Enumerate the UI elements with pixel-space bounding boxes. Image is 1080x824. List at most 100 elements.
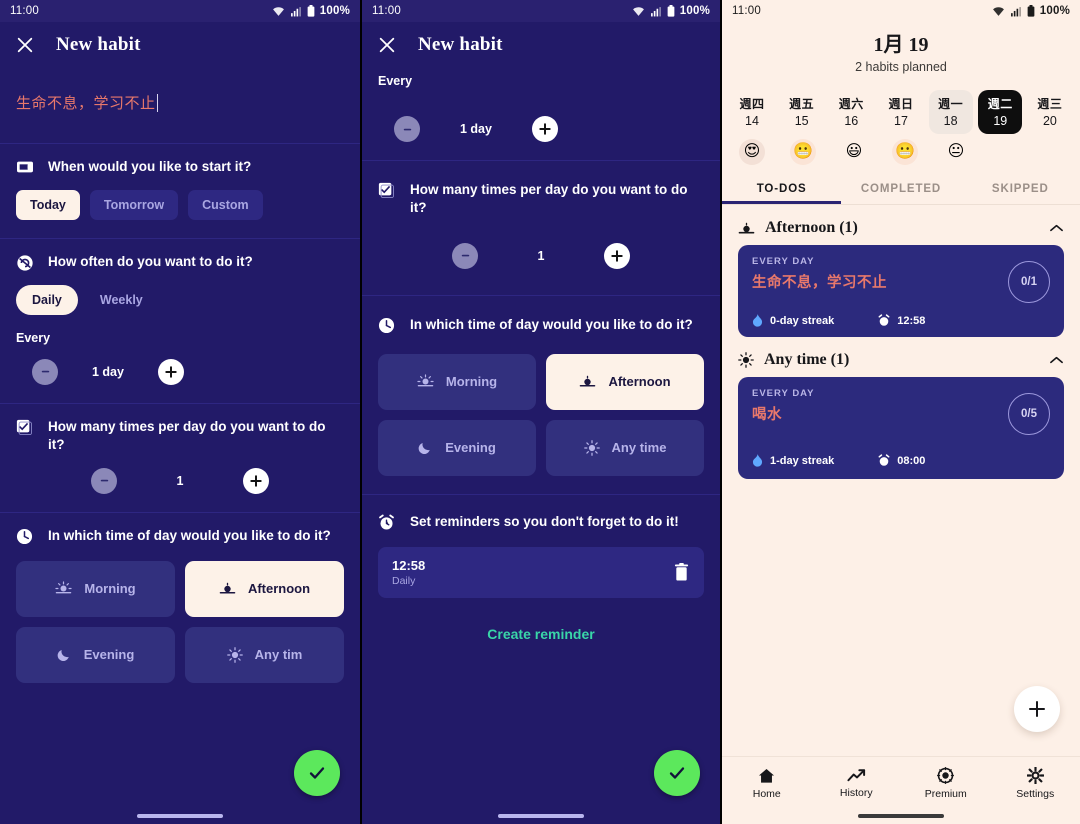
panel-new-habit-top: 11:00 100% New habit 生命不息，学习不止 When woul… (0, 0, 360, 824)
grimacing-mood-icon[interactable]: 😬 (892, 139, 918, 165)
grimacing-mood-icon[interactable]: 😬 (790, 139, 816, 165)
reminder-time: 12:58 (392, 557, 426, 573)
timeofday-afternoon[interactable]: Afternoon (185, 560, 344, 617)
panel-new-habit-bottom: 11:00 100% New habit Every 1 day How man… (360, 0, 720, 824)
section-time-of-day: In which time of day would you like to d… (0, 511, 360, 701)
habit-name-input[interactable]: 生命不息，学习不止 (0, 70, 360, 143)
save-habit-fab[interactable] (654, 750, 700, 796)
day-number: 15 (794, 114, 809, 128)
nav-gesture-pill (858, 814, 944, 818)
timeofday-morning[interactable]: Morning (378, 353, 536, 410)
clock-icon (378, 317, 396, 334)
grinning-mood-icon[interactable]: 😃 (841, 139, 867, 165)
tab-completed[interactable]: COMPLETED (841, 173, 960, 204)
nav-history[interactable]: History (812, 757, 902, 810)
app-bar: New habit (362, 22, 720, 70)
frequency-segment: Daily Weekly (16, 284, 344, 315)
alarm-icon (878, 314, 890, 327)
timeofday-evening[interactable]: Evening (16, 626, 175, 683)
create-reminder-button[interactable]: Create reminder (378, 626, 704, 642)
add-mood-icon[interactable]: 😍 (739, 139, 765, 165)
day-name: 週四 (739, 97, 765, 111)
battery-icon (667, 5, 675, 17)
habit-card[interactable]: EVERY DAY 喝水 1-day streak 08:00 0/5 (738, 377, 1064, 479)
habit-progress-ring[interactable]: 0/5 (1008, 393, 1050, 435)
status-icons: 100% (632, 5, 710, 17)
timeofday-evening[interactable]: Evening (378, 419, 536, 476)
tab-skipped[interactable]: SKIPPED (961, 173, 1080, 204)
day-cell[interactable]: 週五 15 (780, 90, 824, 134)
day-cell[interactable]: 週四 14 (730, 90, 774, 134)
timeofday-evening-label: Evening (445, 440, 496, 456)
habit-reminder-time: 12:58 (897, 314, 926, 327)
nav-history-label: History (839, 787, 873, 799)
minus-icon[interactable] (32, 358, 58, 385)
chevron-up-icon[interactable] (1049, 223, 1064, 233)
close-icon[interactable] (16, 36, 34, 54)
panel-home: 11:00 100% 1月 19 2 habits planned 週四 14 … (720, 0, 1080, 824)
tab-todos[interactable]: TO-DOS (722, 173, 841, 204)
sunrise-icon (55, 581, 72, 596)
current-date-title: 1月 19 (873, 34, 929, 56)
habit-progress-ring[interactable]: 0/1 (1008, 261, 1050, 303)
day-cell[interactable]: 週六 16 (829, 90, 873, 134)
timeofday-anytime[interactable]: Any time (546, 419, 704, 476)
day-cell-yesterday[interactable]: 週一 18 (928, 90, 973, 134)
add-habit-fab[interactable] (1014, 686, 1060, 732)
status-bar: 11:00 100% (722, 0, 1080, 22)
every-stepper: 1 day (378, 116, 704, 142)
reminder-info: 12:58 Daily (392, 558, 425, 587)
timeofday-grid: Morning Afternoon Evening (378, 353, 704, 476)
status-time: 11:00 (732, 5, 761, 17)
plus-icon[interactable] (531, 116, 558, 142)
day-cell[interactable]: 週日 17 (879, 90, 923, 134)
minus-icon[interactable] (394, 116, 420, 142)
home-icon (758, 768, 775, 784)
signal-icon (290, 6, 301, 16)
moon-icon (418, 440, 433, 455)
plus-icon[interactable] (157, 358, 184, 385)
save-habit-fab[interactable] (294, 750, 340, 796)
nav-home[interactable]: Home (722, 757, 812, 810)
day-number: 16 (844, 114, 859, 128)
trash-icon[interactable] (673, 562, 690, 582)
nav-settings[interactable]: Settings (991, 757, 1080, 810)
nav-gesture-pill (498, 814, 584, 818)
plus-icon[interactable] (243, 467, 269, 494)
day-cell-selected[interactable]: 週二 19 (978, 90, 1023, 134)
timeofday-afternoon[interactable]: Afternoon (546, 353, 704, 410)
section-start-date: When would you like to start it? Today T… (0, 143, 360, 238)
neutral-mood-icon[interactable]: 😐 (943, 139, 969, 165)
close-icon[interactable] (378, 36, 396, 54)
question-times: How many times per day do you want to do… (378, 181, 704, 217)
reminder-row[interactable]: 12:58 Daily (378, 546, 704, 598)
day-number: 20 (1042, 114, 1057, 128)
nav-gesture-pill (137, 814, 223, 818)
timeofday-morning[interactable]: Morning (16, 560, 175, 617)
status-bar: 11:00 100% (0, 0, 360, 22)
chip-today[interactable]: Today (16, 189, 80, 220)
habit-card[interactable]: EVERY DAY 生命不息，学习不止 0-day streak 12:58 0… (738, 245, 1064, 337)
chip-custom[interactable]: Custom (188, 189, 263, 220)
minus-icon[interactable] (452, 242, 478, 269)
every-label: Every (378, 74, 413, 88)
habits-planned-count: 2 habits planned (855, 60, 947, 74)
question-times-label: How many times per day do you want to do… (48, 418, 326, 452)
trending-up-icon (847, 768, 866, 783)
day-cell[interactable]: 週三 20 (1028, 90, 1072, 134)
signal-icon (650, 6, 661, 16)
text-caret (156, 93, 159, 112)
timeofday-afternoon-label: Afternoon (247, 581, 311, 597)
start-option-chips: Today Tomorrow Custom (16, 189, 344, 220)
timeofday-anytime[interactable]: Any tim (185, 626, 344, 683)
chevron-up-icon[interactable] (1049, 355, 1064, 365)
segment-weekly[interactable]: Weekly (84, 285, 159, 315)
section-frequency: How often do you want to do it? Daily We… (0, 237, 360, 403)
mood-row: 😍 😬 😃 😬 😐 (722, 134, 1080, 173)
status-bar: 11:00 100% (362, 0, 720, 22)
minus-icon[interactable] (91, 467, 117, 494)
plus-icon[interactable] (604, 242, 630, 269)
chip-tomorrow[interactable]: Tomorrow (89, 189, 179, 220)
segment-daily[interactable]: Daily (16, 284, 78, 315)
nav-premium[interactable]: Premium (901, 757, 991, 810)
